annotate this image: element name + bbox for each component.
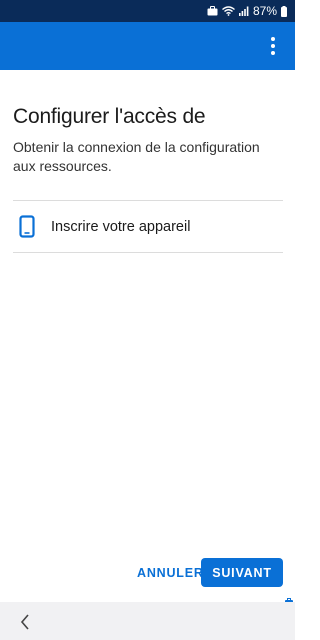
page-subtitle: Obtenir la connexion de la configuration… [13,139,260,174]
signal-icon [238,6,249,16]
status-bar: 87% [0,0,295,22]
enroll-device-label: Inscrire votre appareil [51,218,191,235]
battery-icon [281,5,287,17]
enroll-device-option[interactable]: Inscrire votre appareil [13,201,283,252]
status-icons: 87% [207,4,287,18]
page-title: Configurer l'accès de [13,105,206,128]
work-profile-icon [285,593,293,606]
next-button[interactable]: SUIVANT [201,558,283,587]
divider-bottom [13,252,283,253]
app-bar [0,22,295,70]
briefcase-icon [207,6,218,16]
wifi-icon [222,6,235,16]
smartphone-icon [15,215,39,239]
navigation-bar [0,602,295,640]
battery-percent: 87% [252,4,277,18]
cancel-button[interactable]: ANNULER [134,561,207,585]
back-chevron-icon[interactable] [14,611,36,633]
more-vert-icon[interactable] [261,34,285,58]
